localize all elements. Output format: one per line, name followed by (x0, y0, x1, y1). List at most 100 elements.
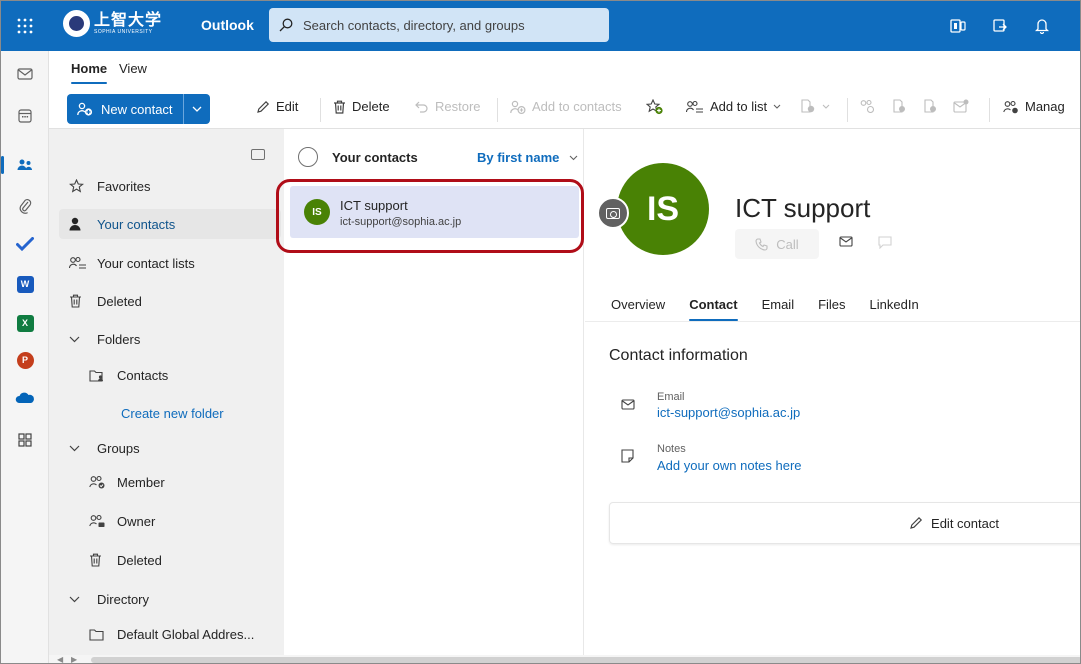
select-all-checkbox[interactable] (298, 147, 318, 167)
people-add-icon (859, 99, 875, 113)
tab-files[interactable]: Files (818, 297, 845, 312)
camera-icon (606, 207, 620, 219)
rail-word[interactable]: W (1, 267, 49, 301)
onedrive-cloud-icon (15, 392, 35, 404)
app-name[interactable]: Outlook (201, 17, 254, 33)
send-email-button[interactable] (953, 99, 969, 113)
chevron-down-icon (69, 596, 87, 603)
file-share-button[interactable] (923, 99, 937, 113)
my-day-icon[interactable] (989, 15, 1011, 37)
people-icon (17, 158, 33, 172)
people-settings-icon (1003, 100, 1019, 114)
change-photo-button[interactable] (597, 197, 629, 229)
rail-more-apps[interactable] (1, 423, 49, 457)
people-owner-icon (89, 514, 107, 528)
sort-label: By first name (477, 149, 560, 165)
chevron-down-icon (69, 445, 87, 452)
nav-your-contacts[interactable]: Your contacts (59, 209, 281, 239)
new-contact-button[interactable]: New contact (67, 94, 210, 124)
tab-email[interactable]: Email (762, 297, 795, 312)
trash-icon (333, 100, 346, 114)
notifications-bell-icon[interactable] (1031, 15, 1053, 37)
tab-home[interactable]: Home (71, 61, 108, 84)
tab-linkedin[interactable]: LinkedIn (870, 297, 919, 312)
nav-default-global-address[interactable]: Default Global Addres... (89, 619, 289, 649)
rail-onedrive[interactable] (1, 381, 49, 415)
app-launcher-icon[interactable] (13, 14, 37, 38)
add-to-list-button[interactable]: Add to list (686, 99, 781, 114)
edit-contact-button[interactable]: Edit contact (609, 502, 1080, 544)
contact-display-name: ICT support (735, 193, 871, 223)
star-icon (69, 179, 87, 193)
nav-owner[interactable]: Owner (89, 506, 289, 536)
rail-mail[interactable] (1, 57, 49, 91)
nav-member[interactable]: Member (89, 467, 289, 497)
nav-favorites-label: Favorites (97, 178, 151, 194)
file-share-icon (923, 99, 937, 113)
nav-groups-header[interactable]: Groups (69, 433, 269, 463)
file-action-button[interactable] (892, 99, 906, 113)
add-to-contacts-button[interactable]: Add to contacts (510, 99, 622, 114)
manage-button[interactable]: Manag (1003, 99, 1065, 114)
add-to-list-label: Add to list (710, 99, 768, 114)
nav-directory-header[interactable]: Directory (69, 584, 269, 614)
horizontal-scrollbar[interactable]: ◀ ▶ (49, 655, 1080, 663)
rail-excel[interactable]: X (1, 306, 49, 340)
delete-label: Delete (352, 99, 390, 114)
edit-button[interactable]: Edit (256, 99, 298, 114)
university-logo[interactable]: 上智大学 SOPHIA UNIVERSITY (63, 10, 162, 37)
nav-favorites[interactable]: Favorites (69, 171, 269, 201)
new-contact-main[interactable]: New contact (67, 94, 184, 124)
email-field-label: Email (657, 391, 685, 403)
add-to-favorites-button[interactable] (646, 99, 664, 115)
nav-groups-label: Groups (97, 440, 140, 456)
sort-dropdown[interactable]: By first name (477, 150, 578, 165)
call-button[interactable]: Call (735, 229, 819, 259)
email-field-value[interactable]: ict-support@sophia.ac.jp (657, 405, 800, 420)
outlook-window: 上智大学 SOPHIA UNIVERSITY Outlook Search co… (0, 0, 1081, 664)
file-dropdown-button[interactable] (800, 99, 830, 113)
new-contact-dropdown[interactable] (183, 94, 210, 124)
star-add-icon (646, 99, 664, 115)
rail-todo[interactable] (1, 227, 49, 261)
nav-contacts-folder[interactable]: Contacts (89, 360, 289, 390)
scrollbar-thumb[interactable] (91, 657, 1080, 663)
tab-view[interactable]: View (119, 61, 147, 76)
rail-people[interactable] (1, 148, 49, 182)
collapse-pane-icon[interactable] (251, 149, 265, 160)
tab-overview[interactable]: Overview (611, 297, 665, 312)
list-title: Your contacts (332, 149, 418, 165)
call-label: Call (776, 236, 799, 252)
rail-calendar[interactable] (1, 99, 49, 133)
nav-folders-label: Folders (97, 331, 141, 347)
nav-deleted[interactable]: Deleted (69, 286, 269, 316)
excel-icon: X (16, 314, 34, 332)
nav-groups-deleted[interactable]: Deleted (89, 545, 289, 575)
nav-your-contact-lists[interactable]: Your contact lists (69, 248, 269, 278)
search-input[interactable]: Search contacts, directory, and groups (303, 18, 525, 33)
paperclip-icon (18, 198, 32, 214)
teams-meet-icon[interactable] (947, 15, 969, 37)
rail-powerpoint[interactable]: P (1, 343, 49, 377)
contact-info-heading: Contact information (609, 347, 748, 364)
search-icon (279, 18, 293, 32)
chat-action-icon[interactable] (878, 236, 892, 249)
nav-default-global-address-label: Default Global Addres... (117, 626, 255, 642)
contact-large-avatar: IS (617, 163, 709, 255)
app-rail: W X P (1, 51, 49, 663)
detail-tabs: Overview Contact Email Files LinkedIn (611, 297, 943, 321)
tab-contact[interactable]: Contact (689, 297, 738, 321)
pencil-icon (256, 100, 270, 114)
notes-field-value[interactable]: Add your own notes here (657, 458, 802, 473)
restore-button[interactable]: Restore (415, 99, 481, 114)
restore-label: Restore (435, 99, 481, 114)
scroll-right-icon[interactable]: ▶ (71, 655, 77, 663)
rail-files[interactable] (1, 189, 49, 223)
scroll-left-icon[interactable]: ◀ (57, 655, 63, 663)
contact-action-button[interactable] (859, 99, 875, 113)
search-box[interactable]: Search contacts, directory, and groups (269, 8, 609, 42)
todo-check-icon (16, 237, 34, 251)
delete-button[interactable]: Delete (333, 99, 390, 114)
email-action-icon[interactable] (839, 236, 853, 247)
nav-folders-header[interactable]: Folders (69, 324, 269, 354)
